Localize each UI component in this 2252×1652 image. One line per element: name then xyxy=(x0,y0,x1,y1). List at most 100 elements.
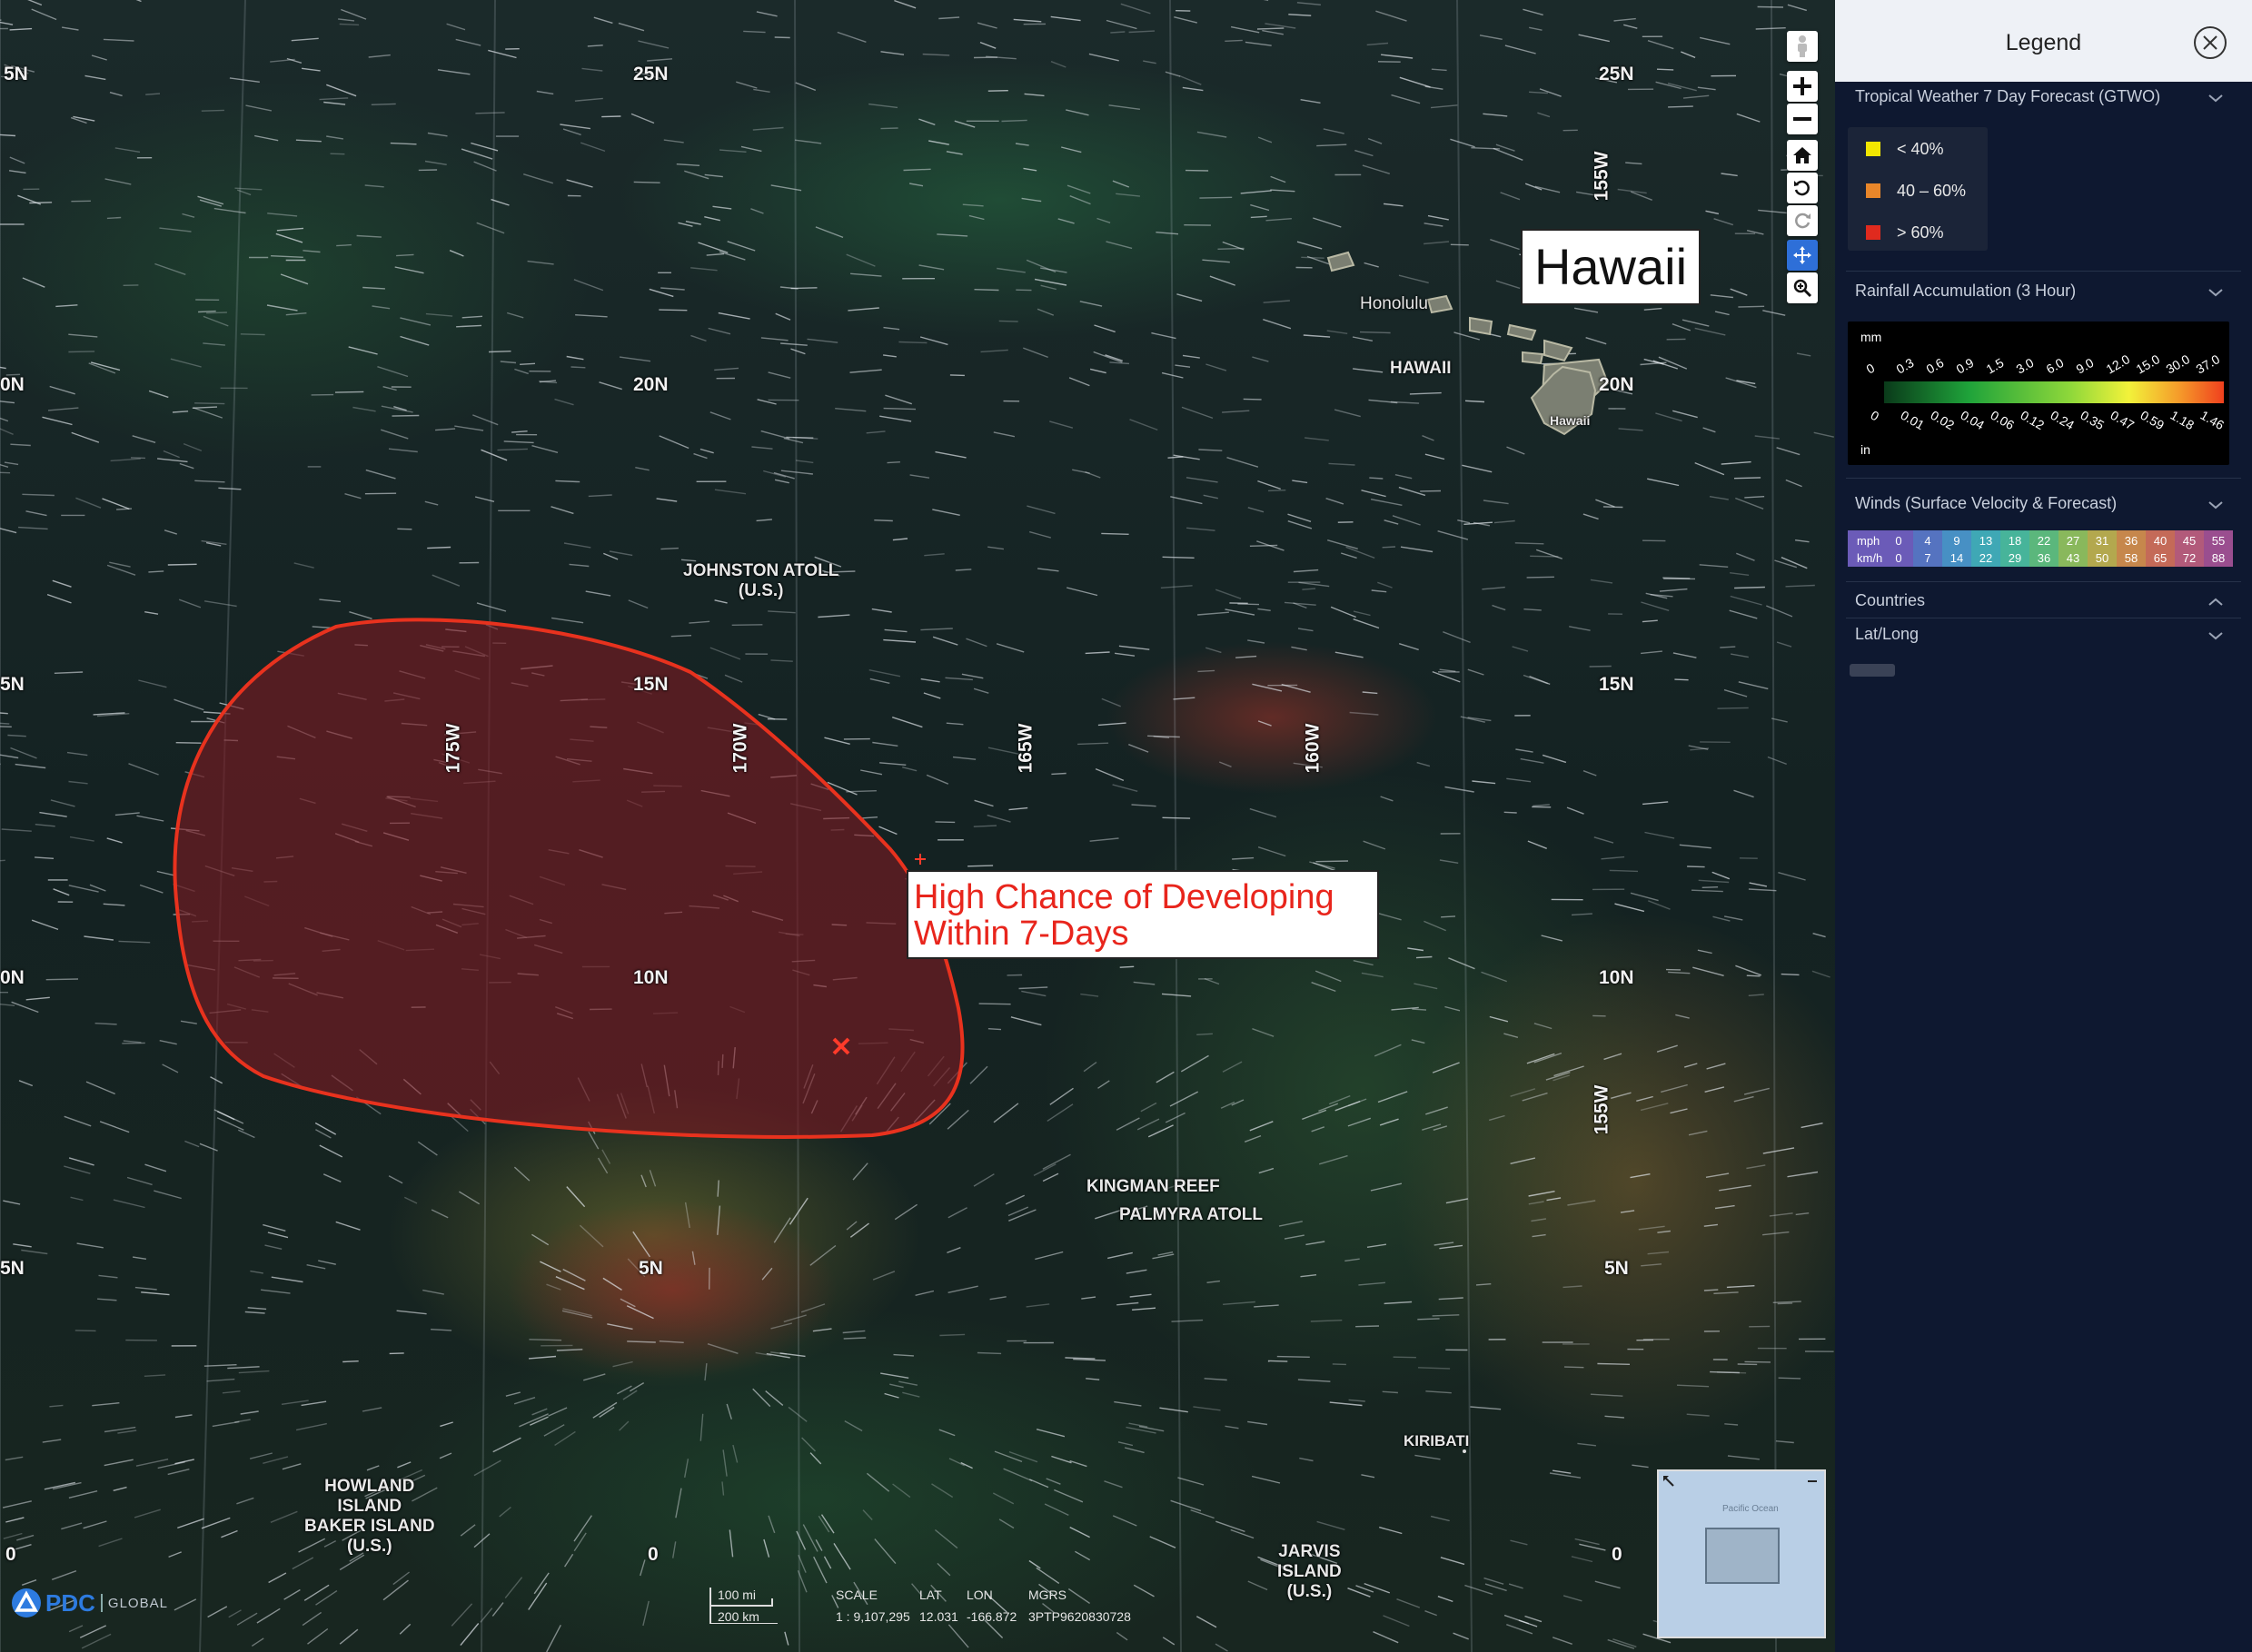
rotate-left-button[interactable] xyxy=(1787,173,1818,203)
wind-tick-mph: 0 xyxy=(1895,534,1901,548)
lat-label: 20N xyxy=(1599,374,1634,395)
lat-label: 10N xyxy=(633,967,669,988)
mgrs-value: 3PTP9620830728 xyxy=(1028,1609,1131,1624)
zoom-in-button[interactable] xyxy=(1787,71,1818,102)
rain-tick-mm: 9.0 xyxy=(2074,355,2097,377)
scale-label: SCALE xyxy=(836,1588,878,1602)
legend-section-countries-title[interactable]: Countries xyxy=(1855,591,1925,610)
rotate-right-button[interactable] xyxy=(1787,205,1818,236)
lat-label: 0N xyxy=(0,967,25,988)
wind-tick-kmh: 88 xyxy=(2212,551,2225,565)
legend-header: Legend xyxy=(1835,0,2252,82)
zoom-box-button[interactable] xyxy=(1787,272,1818,303)
rain-tick-mm: 12.0 xyxy=(2104,351,2133,377)
wind-tick-mph: 31 xyxy=(2096,534,2108,548)
close-icon[interactable] xyxy=(2193,25,2227,60)
rain-tick-mm: 3.0 xyxy=(2014,355,2037,377)
wind-tick-kmh: 72 xyxy=(2183,551,2196,565)
rain-tick-in: 0.02 xyxy=(1929,408,1958,433)
rainfall-legend-box: mm in 0 0 0.3 0.01 0.6 0.02 0.9 0.04 1.5 0.06 3.0 0… xyxy=(1848,321,2229,465)
legend-divider xyxy=(1846,478,2241,479)
gtwo-label: 40 – 60% xyxy=(1897,182,1967,200)
development-callout: High Chance of Developing Within 7-Days xyxy=(907,870,1379,959)
gtwo-item-high: > 60% xyxy=(1866,223,1944,242)
wind-tick-mph: 40 xyxy=(2154,534,2167,548)
wind-tick-mph: 13 xyxy=(1979,534,1992,548)
map-canvas[interactable]: 25N 25N 5N 20N 20N 0N 15N 15N 5N 10N 10N… xyxy=(0,0,1835,1652)
lat-label: 5N xyxy=(4,64,28,84)
zoom-out-button[interactable] xyxy=(1787,104,1818,134)
rain-unit-in: in xyxy=(1860,442,1870,457)
lat-label: 25N xyxy=(633,64,669,84)
zoom-out-icon xyxy=(1793,117,1811,121)
scale-mi: 100 mi xyxy=(718,1588,757,1602)
lon-label: 165W xyxy=(1015,723,1037,774)
rotate-left-icon xyxy=(1794,180,1810,196)
gtwo-label: < 40% xyxy=(1897,140,1944,158)
lon-label: LON xyxy=(967,1588,993,1602)
pdc-logo-text: PDC xyxy=(45,1588,95,1617)
home-button[interactable] xyxy=(1787,140,1818,171)
wind-tick-kmh: 0 xyxy=(1895,551,1901,565)
gtwo-item-low: < 40% xyxy=(1866,140,1944,159)
legend-section-rain-title[interactable]: Rainfall Accumulation (3 Hour) xyxy=(1855,282,2076,301)
lat-label: 5N xyxy=(0,1258,25,1279)
place-hawaii-state: HAWAII xyxy=(1390,359,1452,378)
place-palmyra-atoll: PALMYRA ATOLL xyxy=(1119,1205,1263,1224)
place-honolulu: Honolulu xyxy=(1360,294,1428,313)
rain-tick-mm: 0.3 xyxy=(1894,355,1917,377)
wind-tick-mph: 9 xyxy=(1953,534,1959,548)
hawaii-callout: Hawaii xyxy=(1521,229,1701,305)
legend-divider xyxy=(1846,271,2241,272)
place-kingman-reef: KINGMAN REEF xyxy=(1086,1177,1220,1196)
pan-button[interactable] xyxy=(1787,240,1818,271)
chevron-up-icon[interactable] xyxy=(2207,597,2224,608)
place-johnston-atoll: JOHNSTON ATOLL (U.S.) xyxy=(683,561,839,600)
lat-label: 15N xyxy=(633,674,669,695)
wind-tick-kmh: 50 xyxy=(2096,551,2108,565)
lat-label: LAT xyxy=(919,1588,942,1602)
chevron-down-icon[interactable] xyxy=(2207,500,2224,510)
pdc-logo-icon xyxy=(12,1588,41,1617)
gtwo-label: > 60% xyxy=(1897,223,1944,242)
minimap-collapse-icon[interactable] xyxy=(1806,1475,1819,1488)
wind-tick-mph: 22 xyxy=(2038,534,2050,548)
chevron-down-icon[interactable] xyxy=(2207,287,2224,298)
lon-value: -166.872 xyxy=(967,1609,1017,1624)
rain-tick-mm: 0.6 xyxy=(1924,355,1947,377)
development-outlook-area[interactable] xyxy=(173,618,965,1139)
legend-section-gtwo-title[interactable]: Tropical Weather 7 Day Forecast (GTWO) xyxy=(1855,87,2160,106)
gtwo-swatch xyxy=(1866,225,1880,240)
legend-section-winds-title[interactable]: Winds (Surface Velocity & Forecast) xyxy=(1855,494,2117,513)
rain-tick-in: 1.18 xyxy=(2168,408,2197,433)
lat-label: 10N xyxy=(1599,967,1634,988)
lat-label: 5N xyxy=(0,674,25,695)
lat-value: 12.031 xyxy=(919,1609,958,1624)
lat-label: 20N xyxy=(633,374,669,395)
street-view-button[interactable] xyxy=(1787,31,1818,62)
lat-label: 0N xyxy=(0,374,25,395)
minimap-expand-icon[interactable] xyxy=(1662,1475,1675,1488)
pan-icon xyxy=(1793,246,1811,264)
wind-tick-mph: 45 xyxy=(2183,534,2196,548)
rain-tick-mm: 0 xyxy=(1864,361,1878,377)
wind-tick-kmh: 43 xyxy=(2067,551,2079,565)
legend-section-latlong-title[interactable]: Lat/Long xyxy=(1855,625,1919,644)
wind-tick-mph: 55 xyxy=(2212,534,2225,548)
latlong-swatch xyxy=(1850,664,1895,677)
lat-label: 5N xyxy=(639,1258,663,1279)
minimap-view-extent[interactable] xyxy=(1705,1528,1780,1584)
rainfall-colorbar: mm in 0 0 0.3 0.01 0.6 0.02 0.9 0.04 1.5 0.06 3.0 0… xyxy=(1860,330,2227,457)
scale-value: 1 : 9,107,295 xyxy=(836,1609,910,1624)
wind-tick-kmh: 36 xyxy=(2038,551,2050,565)
chevron-down-icon[interactable] xyxy=(2207,630,2224,641)
rain-tick-in: 0.06 xyxy=(1989,408,2018,433)
wind-tick-kmh: 58 xyxy=(2125,551,2138,565)
gtwo-legend-box: < 40% 40 – 60% > 60% xyxy=(1848,127,1988,251)
chevron-down-icon[interactable] xyxy=(2207,93,2224,104)
place-kiribati: KIRIBATI xyxy=(1404,1432,1470,1449)
rain-tick-in: 0.04 xyxy=(1959,408,1988,433)
lon-label: 155W xyxy=(1591,1084,1612,1135)
lat-label: 0 xyxy=(648,1544,659,1565)
overview-minimap[interactable]: Pacific Ocean xyxy=(1657,1469,1826,1638)
